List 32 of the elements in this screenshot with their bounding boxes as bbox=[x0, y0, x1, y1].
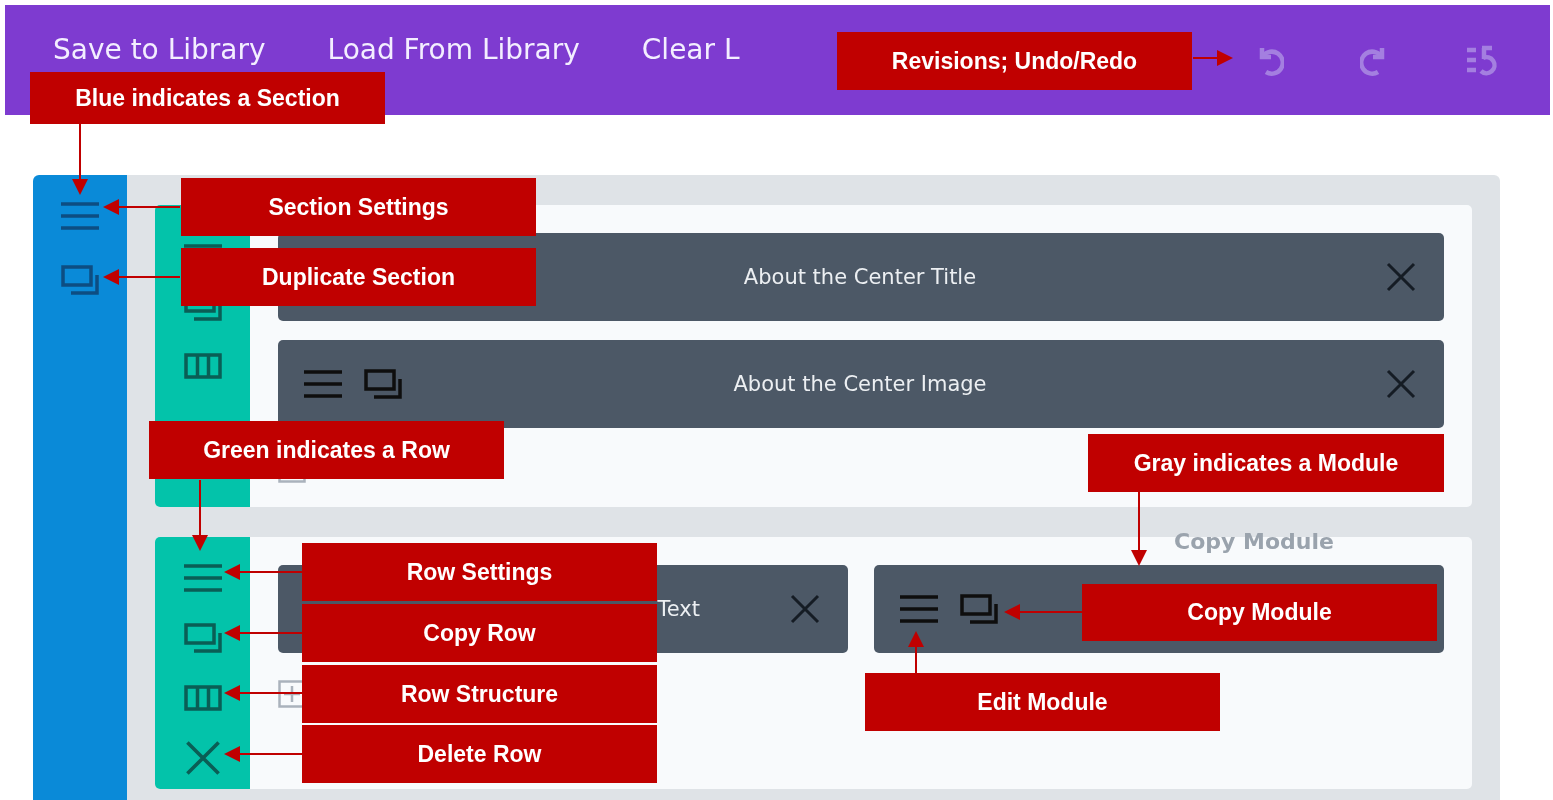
callout-tooltip: Revisions; Undo/Redo bbox=[837, 32, 1192, 90]
tooltip-text: Copy Module bbox=[1174, 529, 1334, 554]
leader-arrow bbox=[192, 479, 208, 551]
callout-tooltip: Copy Row bbox=[302, 604, 657, 662]
callout-tooltip: Delete Row bbox=[302, 725, 657, 783]
module-title: About the Center Image bbox=[733, 372, 987, 396]
callout-tooltip: Row Structure bbox=[302, 665, 657, 723]
callout-tooltip: Edit Module bbox=[865, 673, 1220, 731]
module-title: About the Center Title bbox=[743, 265, 977, 289]
callout-tooltip: Duplicate Section bbox=[181, 248, 536, 306]
menu-icon[interactable] bbox=[304, 370, 342, 398]
callout-tooltip: Blue indicates a Section bbox=[30, 72, 385, 124]
callout-tooltip: Green indicates a Row bbox=[149, 421, 504, 479]
copy-icon[interactable] bbox=[61, 265, 99, 295]
menu-icon[interactable] bbox=[900, 595, 938, 623]
callout-tooltip: Copy Module bbox=[1082, 584, 1437, 641]
copy-icon[interactable] bbox=[183, 620, 222, 656]
leader-arrow bbox=[908, 631, 924, 674]
close-icon[interactable] bbox=[1386, 369, 1416, 399]
menu-icon[interactable] bbox=[61, 201, 99, 231]
close-icon[interactable] bbox=[183, 740, 222, 776]
toolbar-link[interactable]: Clear L bbox=[641, 32, 740, 88]
module-title: Text bbox=[657, 597, 700, 621]
close-icon[interactable] bbox=[790, 594, 820, 624]
callout-tooltip: Section Settings bbox=[181, 178, 536, 236]
callout-tooltip: Row Settings bbox=[302, 543, 657, 601]
copy-icon[interactable] bbox=[960, 594, 998, 624]
close-icon[interactable] bbox=[1386, 262, 1416, 292]
copy-icon[interactable] bbox=[364, 369, 402, 399]
history-icon[interactable] bbox=[1466, 44, 1498, 76]
callout-tooltip: Gray indicates a Module bbox=[1088, 434, 1444, 492]
leader-arrow bbox=[1192, 50, 1233, 66]
